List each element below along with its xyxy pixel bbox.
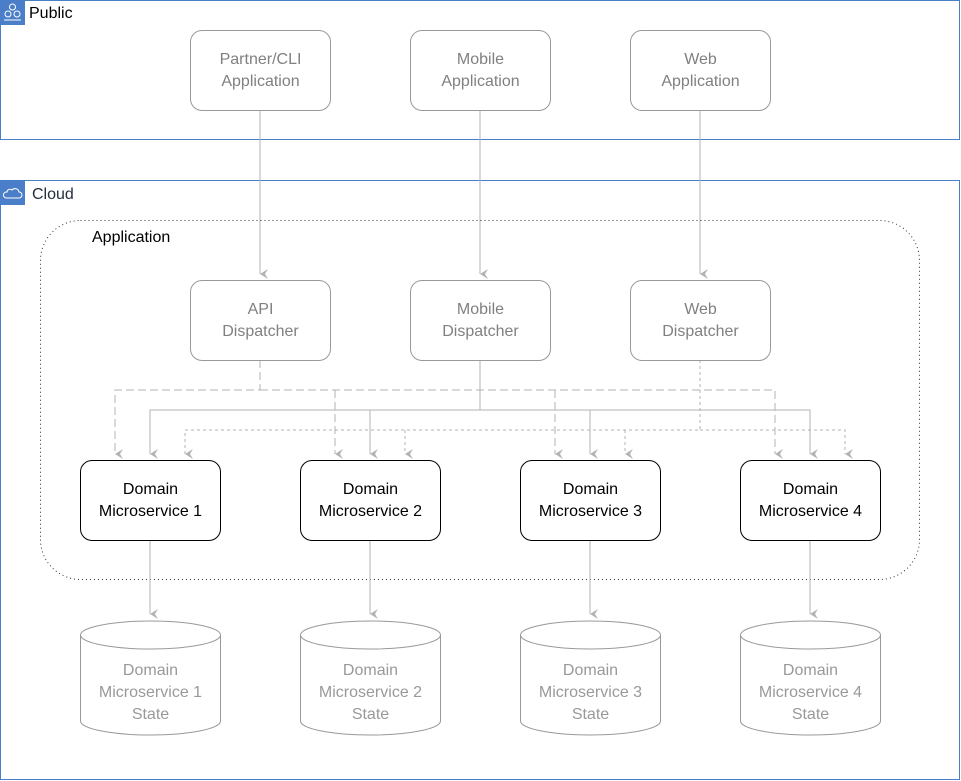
state-store-3-label: Domain Microservice 3 State [538,662,643,723]
domain-microservice-3[interactable]: Domain Microservice 3 [520,460,661,541]
state-store-2-label-box: Domain Microservice 2 State [300,620,441,736]
domain-microservice-2[interactable]: Domain Microservice 2 [300,460,441,541]
state-store-4-label-box: Domain Microservice 4 State [740,620,881,736]
mobile-dispatcher[interactable]: Mobile Dispatcher [410,280,551,361]
state-store-1-label-box: Domain Microservice 1 State [80,620,221,736]
web-application[interactable]: Web Application [630,30,771,111]
cloud-group-label: Cloud [32,186,74,203]
state-store-3-label-box: Domain Microservice 3 State [520,620,661,736]
partner-cli-application[interactable]: Partner/CLI Application [190,30,331,111]
web-dispatcher-edges [184,360,853,459]
public-group-label: Public [29,5,73,22]
domain-microservice-4[interactable]: Domain Microservice 4 [740,460,881,541]
state-store-1-label: Domain Microservice 1 State [98,662,203,723]
domain-microservice-1[interactable]: Domain Microservice 1 [80,460,221,541]
api-dispatcher-edges [114,360,783,459]
api-dispatcher[interactable]: API Dispatcher [190,280,331,361]
state-store-4-label: Domain Microservice 4 State [758,662,863,723]
web-dispatcher[interactable]: Web Dispatcher [630,280,771,361]
mobile-application[interactable]: Mobile Application [410,30,551,111]
application-label: Application [92,229,171,246]
mobile-dispatcher-edges [149,360,818,459]
state-store-2-label: Domain Microservice 2 State [318,662,423,723]
